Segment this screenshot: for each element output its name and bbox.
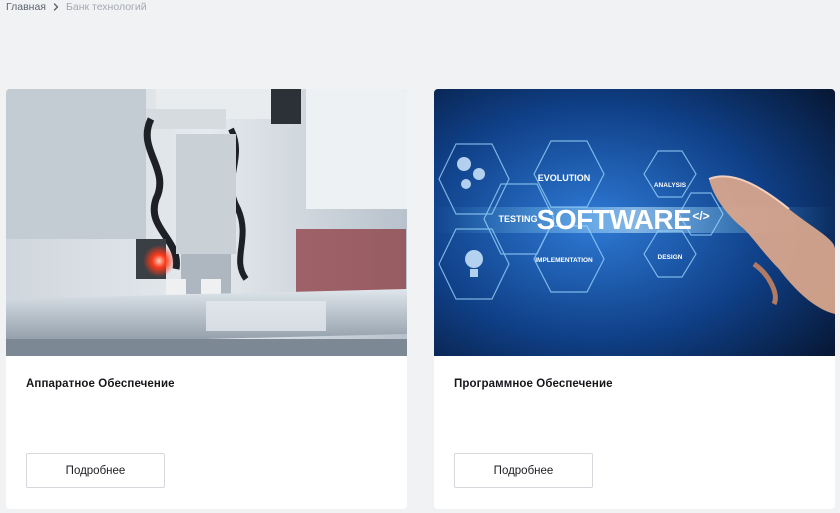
hardware-image	[6, 89, 407, 356]
svg-text:SOFTWARE: SOFTWARE	[537, 204, 692, 235]
svg-text:EVOLUTION: EVOLUTION	[538, 173, 591, 183]
card-title: Программное Обеспечение	[454, 378, 613, 390]
details-button[interactable]: Подробнее	[454, 453, 593, 488]
svg-text:DESIGN: DESIGN	[658, 254, 683, 261]
svg-text:ANALYSIS: ANALYSIS	[654, 182, 687, 189]
software-image: EVOLUTION TESTING IMPLEMENTATION ANALYSI…	[434, 89, 835, 356]
breadcrumb: Главная Банк технологий	[6, 1, 147, 13]
svg-text:TESTING: TESTING	[498, 214, 537, 224]
breadcrumb-current: Банк технологий	[65, 1, 147, 13]
svg-text:</>: </>	[692, 209, 709, 223]
breadcrumb-home-link[interactable]: Главная	[6, 1, 46, 13]
card-software: EVOLUTION TESTING IMPLEMENTATION ANALYSI…	[434, 89, 835, 509]
card-title: Аппаратное Обеспечение	[26, 378, 175, 390]
svg-text:IMPLEMENTATION: IMPLEMENTATION	[535, 257, 593, 264]
details-button[interactable]: Подробнее	[26, 453, 165, 488]
chevron-right-icon	[53, 3, 59, 11]
card-hardware: Аппаратное Обеспечение Подробнее	[6, 89, 407, 509]
